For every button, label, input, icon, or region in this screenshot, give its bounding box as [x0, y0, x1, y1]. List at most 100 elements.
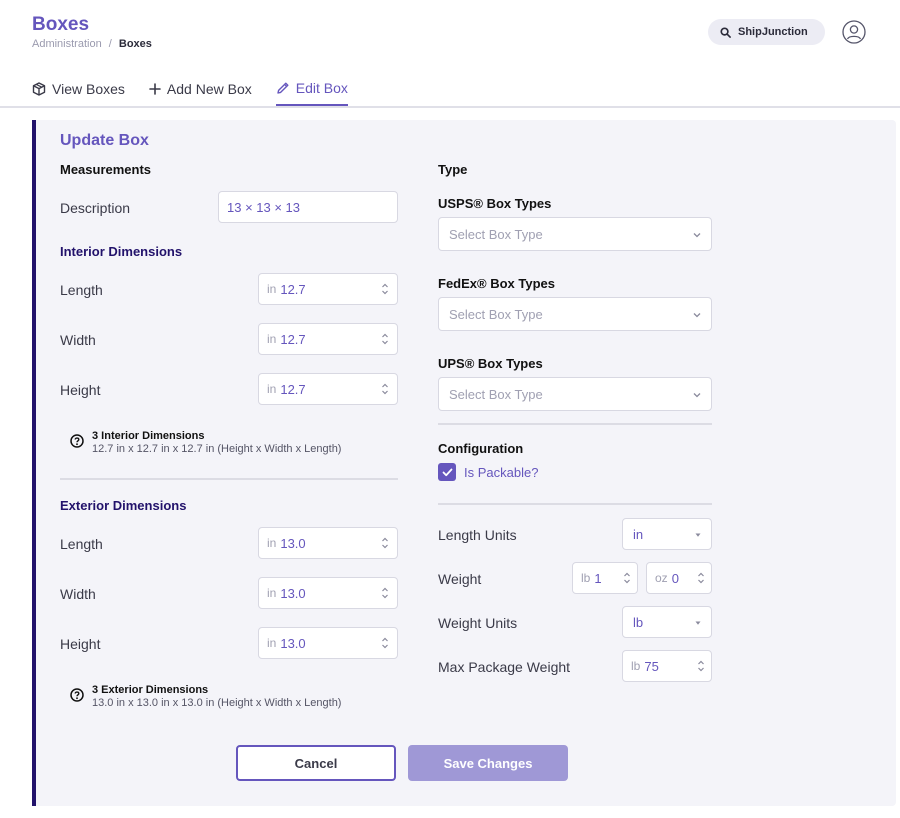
tab-label: Edit Box: [295, 80, 348, 96]
checkmark-icon: [442, 468, 452, 476]
org-search-button[interactable]: ShipJunction: [708, 19, 825, 45]
page-title: Boxes: [32, 14, 90, 35]
interior-length-input[interactable]: in 12.7: [258, 273, 398, 305]
spinner-icon[interactable]: [381, 282, 389, 296]
breadcrumb-administration-link[interactable]: Administration: [32, 38, 102, 50]
is-packable-label[interactable]: Is Packable?: [464, 465, 538, 480]
length-units-select[interactable]: in: [622, 518, 712, 550]
measurements-heading: Measurements: [60, 162, 152, 177]
input-value: 13.0: [280, 585, 306, 601]
exterior-length-input[interactable]: in 13.0: [258, 527, 398, 559]
weight-lb-input[interactable]: lb 1: [572, 562, 638, 594]
pencil-icon: [277, 82, 289, 94]
chevron-down-icon: [693, 313, 701, 318]
exterior-summary-title: 3 Exterior Dimensions: [92, 684, 209, 696]
section-divider: [438, 423, 712, 425]
exterior-length-label: Length: [60, 536, 103, 552]
input-value: 12.7: [280, 331, 306, 347]
input-value: 12.7: [280, 381, 306, 397]
plus-icon: [149, 83, 161, 95]
select-value: in: [633, 527, 644, 542]
spinner-icon[interactable]: [381, 636, 389, 650]
usps-box-types-label: USPS® Box Types: [438, 196, 552, 211]
weight-units-label: Weight Units: [438, 615, 518, 631]
interior-length-label: Length: [60, 282, 103, 298]
input-value: 13.0: [280, 535, 306, 551]
interior-width-input[interactable]: in 12.7: [258, 323, 398, 355]
type-heading: Type: [438, 162, 468, 177]
unit-prefix: in: [267, 636, 277, 650]
is-packable-checkbox[interactable]: [438, 463, 456, 481]
cancel-button[interactable]: Cancel: [236, 745, 396, 781]
unit-prefix: in: [267, 536, 277, 550]
ups-box-types-label: UPS® Box Types: [438, 356, 543, 371]
chevron-down-icon: [693, 233, 701, 238]
tab-edit-box[interactable]: Edit Box: [275, 76, 348, 106]
box-icon: [32, 82, 46, 96]
caret-down-icon: [695, 621, 701, 625]
select-placeholder: Select Box Type: [449, 386, 543, 402]
ups-box-type-select[interactable]: Select Box Type: [438, 377, 712, 411]
unit-prefix: lb: [581, 571, 591, 585]
description-label: Description: [60, 200, 131, 216]
spinner-icon[interactable]: [381, 332, 389, 346]
select-value: lb: [633, 615, 644, 630]
max-package-weight-input[interactable]: lb 75: [622, 650, 712, 682]
exterior-height-label: Height: [60, 636, 101, 652]
spinner-icon[interactable]: [381, 382, 389, 396]
input-value: 75: [644, 658, 659, 674]
exterior-width-input[interactable]: in 13.0: [258, 577, 398, 609]
interior-summary-title: 3 Interior Dimensions: [92, 430, 205, 442]
interior-height-label: Height: [60, 382, 101, 398]
exterior-width-label: Width: [60, 586, 96, 602]
exterior-summary-text: 13.0 in x 13.0 in x 13.0 in (Height x Wi…: [92, 697, 342, 709]
unit-prefix: in: [267, 586, 277, 600]
breadcrumb-separator: /: [108, 38, 112, 50]
select-placeholder: Select Box Type: [449, 306, 543, 322]
interior-summary-text: 12.7 in x 12.7 in x 12.7 in (Height x Wi…: [92, 443, 342, 455]
input-value: 0: [671, 570, 679, 586]
configuration-heading: Configuration: [438, 441, 524, 456]
weight-oz-input[interactable]: oz 0: [646, 562, 712, 594]
tab-view-boxes[interactable]: View Boxes: [32, 76, 125, 102]
interior-height-input[interactable]: in 12.7: [258, 373, 398, 405]
input-value: 12.7: [280, 281, 306, 297]
section-divider: [60, 478, 398, 480]
unit-prefix: oz: [655, 571, 668, 585]
exterior-height-input[interactable]: in 13.0: [258, 627, 398, 659]
spinner-icon[interactable]: [697, 659, 705, 673]
breadcrumb-current: Boxes: [118, 38, 152, 50]
unit-prefix: lb: [631, 659, 641, 673]
weight-units-select[interactable]: lb: [622, 606, 712, 638]
exterior-dimensions-heading: Exterior Dimensions: [60, 498, 187, 513]
save-changes-button[interactable]: Save Changes: [408, 745, 568, 781]
spinner-icon[interactable]: [381, 586, 389, 600]
search-icon: [720, 26, 731, 38]
spinner-icon[interactable]: [697, 571, 705, 585]
tab-bar: View Boxes Add New Box Edit Box: [32, 76, 372, 106]
tab-add-new-box[interactable]: Add New Box: [149, 76, 252, 102]
unit-prefix: in: [267, 332, 277, 346]
unit-prefix: in: [267, 282, 277, 296]
max-package-weight-label: Max Package Weight: [438, 659, 571, 675]
usps-box-type-select[interactable]: Select Box Type: [438, 217, 712, 251]
chevron-down-icon: [693, 393, 701, 398]
form-title: Update Box: [60, 132, 149, 149]
input-value: 13.0: [280, 635, 306, 651]
input-value: 1: [594, 570, 602, 586]
length-units-label: Length Units: [438, 527, 517, 543]
help-icon: [70, 434, 84, 448]
description-input[interactable]: 13 × 13 × 13: [218, 191, 398, 223]
breadcrumb: Administration / Boxes: [32, 38, 152, 50]
fedex-box-types-label: FedEx® Box Types: [438, 276, 555, 291]
tab-label: View Boxes: [52, 81, 125, 97]
tabs-divider: [0, 106, 900, 108]
spinner-icon[interactable]: [623, 571, 631, 585]
fedex-box-type-select[interactable]: Select Box Type: [438, 297, 712, 331]
section-divider: [438, 503, 712, 505]
help-icon: [70, 688, 84, 702]
user-avatar-icon[interactable]: [842, 20, 866, 44]
caret-down-icon: [695, 533, 701, 537]
weight-label: Weight: [438, 571, 482, 587]
spinner-icon[interactable]: [381, 536, 389, 550]
